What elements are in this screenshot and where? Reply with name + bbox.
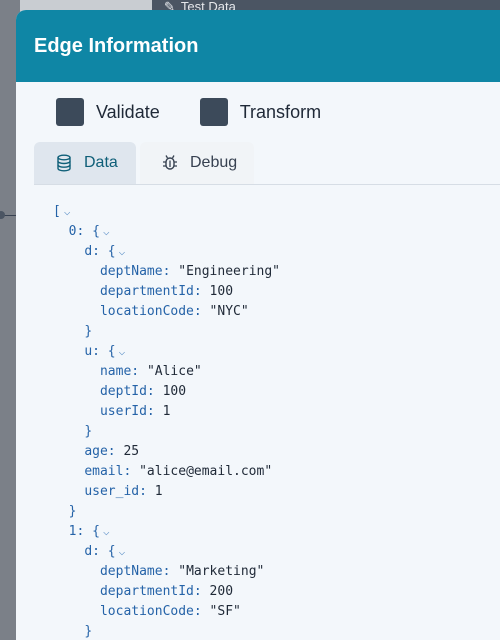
tab-bar: Data Debug [34,142,500,185]
json-viewer: [⌵ 0: {⌵ d: {⌵ deptName: "Engineering" d… [53,202,500,640]
json-line: } [84,624,93,639]
json-line: deptName: "Marketing" [99,564,265,579]
json-line: d: {⌵ [53,542,500,562]
json-line: user_id: 1 [84,484,163,499]
json-line: age: 25 [84,444,140,459]
tab-debug-label: Debug [190,154,238,171]
chevron-down-icon[interactable]: ⌵ [119,342,126,362]
json-line: } [68,504,77,519]
database-icon [56,154,72,172]
json-line: [⌵ [53,202,500,222]
json-line: departmentId: 100 [99,284,234,299]
transform-checkbox[interactable] [199,98,228,126]
json-line: locationCode: "NYC" [99,304,249,319]
json-line: name: "Alice" [99,364,202,379]
json-line: deptName: "Engineering" [99,264,280,279]
tab-debug[interactable]: Debug [140,142,254,184]
chevron-down-icon[interactable]: ⌵ [103,222,110,242]
json-line: } [84,324,93,339]
json-line: userId: 1 [99,404,171,419]
json-line: } [84,424,93,439]
transform-label: Transform [239,101,322,122]
json-line: d: {⌵ [53,242,500,262]
validate-label: Validate [96,101,160,122]
tab-data-label: Data [84,154,118,171]
tab-data[interactable]: Data [34,142,136,184]
edge-information-panel: Edge Information Validate Transform Data [16,10,500,640]
validate-toggle[interactable]: Validate [56,98,160,126]
validate-checkbox[interactable] [56,98,84,126]
chevron-down-icon[interactable]: ⌵ [64,202,71,222]
json-line: u: {⌵ [53,342,500,362]
bug-icon [162,154,178,172]
transform-toggle[interactable]: Transform [199,98,322,126]
toggle-group: Validate Transform [56,98,361,126]
panel-title: Edge Information [34,34,199,57]
chevron-down-icon[interactable]: ⌵ [103,522,110,542]
json-line: email: "alice@email.com" [84,464,273,479]
chevron-down-icon[interactable]: ⌵ [119,242,126,262]
json-line: locationCode: "SF" [99,604,241,619]
json-line: deptId: 100 [99,384,187,399]
json-line: 0: {⌵ [53,222,500,242]
json-line: departmentId: 200 [99,584,234,599]
json-line: 1: {⌵ [53,522,500,542]
panel-header: Edge Information [16,10,500,82]
chevron-down-icon[interactable]: ⌵ [119,542,126,562]
